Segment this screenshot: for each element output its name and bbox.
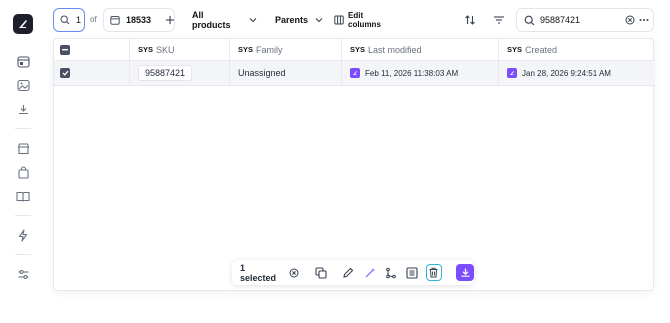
row-checkbox[interactable] (60, 68, 70, 78)
edit-columns-button[interactable]: Edit columns (329, 8, 393, 32)
sku-value: 95887421 (138, 65, 193, 81)
select-all-cell (54, 39, 130, 60)
sidebar-divider (15, 128, 31, 129)
column-label: Created (525, 44, 558, 55)
created-value: Jan 28, 2026 9:24:51 AM (522, 68, 611, 78)
column-label: Last modified (368, 44, 422, 55)
store-icon[interactable] (14, 139, 32, 157)
sliders-icon[interactable] (14, 265, 32, 283)
search-input-value[interactable]: 95887421 (540, 15, 580, 25)
column-header-sku[interactable]: SYS SKU (130, 39, 230, 60)
row-select-cell (54, 61, 130, 85)
selection-action-bar: 1 selected (232, 260, 475, 285)
delete-button[interactable] (425, 264, 442, 281)
last-modified-value: Feb 11, 2026 11:38:03 AM (365, 68, 459, 78)
columns-icon (334, 15, 344, 25)
parents-filter-dropdown[interactable]: Parents (266, 8, 324, 32)
search-icon (524, 15, 535, 26)
search-field[interactable]: 95887421 (516, 8, 654, 32)
selection-count-label: 1 selected (240, 262, 277, 283)
search-count: 1 (76, 15, 82, 25)
select-all-checkbox[interactable] (60, 44, 70, 55)
column-header-family[interactable]: SYS Family (230, 39, 342, 60)
column-label: SKU (156, 44, 175, 55)
search-icon (60, 15, 70, 25)
trash-icon (428, 267, 439, 278)
calendar-icon (110, 15, 120, 25)
app-logo-icon[interactable] (13, 14, 33, 34)
download-icon (460, 267, 471, 278)
toolbar: 1 of 18533 All products Parents Edit col… (53, 8, 654, 32)
app-window: 1 of 18533 All products Parents Edit col… (0, 0, 670, 323)
parents-filter-label: Parents (275, 15, 309, 25)
sidebar-divider (15, 254, 31, 255)
total-count: 18533 (103, 8, 175, 32)
sort-icon[interactable] (464, 14, 476, 26)
sidebar (6, 6, 40, 294)
book-icon[interactable] (14, 187, 32, 205)
edit-icon[interactable] (341, 265, 356, 281)
user-avatar-icon (350, 68, 360, 78)
lightning-icon[interactable] (14, 226, 32, 244)
family-cell[interactable]: Unassigned (230, 61, 342, 85)
products-filter-dropdown[interactable]: All products (183, 8, 258, 32)
last-modified-cell[interactable]: Feb 11, 2026 11:38:03 AM (342, 61, 499, 85)
duplicate-icon[interactable] (314, 265, 329, 281)
sidebar-divider (15, 215, 31, 216)
products-filter-label: All products (192, 10, 231, 30)
bag-icon[interactable] (14, 163, 32, 181)
calendar-icon[interactable] (14, 52, 32, 70)
column-header-created[interactable]: SYS Created (499, 39, 655, 60)
created-cell[interactable]: Jan 28, 2026 9:24:51 AM (499, 61, 655, 85)
column-prefix: SYS (238, 45, 254, 54)
total-count-value: 18533 (126, 15, 152, 25)
clear-search-icon[interactable] (625, 15, 635, 25)
of-label: of (90, 15, 97, 24)
filter-icon[interactable] (493, 14, 505, 26)
add-icon[interactable] (165, 15, 175, 25)
image-icon[interactable] (14, 76, 32, 94)
table-row[interactable]: 95887421 Unassigned Feb 11, 2026 11:38:0… (54, 61, 655, 86)
user-avatar-icon (507, 68, 517, 78)
chevron-down-icon (249, 17, 257, 23)
column-prefix: SYS (350, 45, 366, 54)
family-value: Unassigned (238, 68, 286, 78)
column-header-last-modified[interactable]: SYS Last modified (342, 39, 499, 60)
hierarchy-icon[interactable] (383, 265, 398, 281)
clear-selection-icon[interactable] (286, 265, 301, 281)
search-result-counter[interactable]: 1 (53, 8, 85, 32)
download-icon[interactable] (14, 100, 32, 118)
column-prefix: SYS (138, 45, 154, 54)
table-header: SYS SKU SYS Family SYS Last modified SYS… (54, 39, 655, 61)
list-icon[interactable] (404, 265, 419, 281)
download-button[interactable] (455, 264, 475, 281)
column-label: Family (256, 44, 283, 55)
more-options-icon[interactable] (639, 18, 649, 22)
edit-columns-label: Edit columns (348, 11, 381, 29)
chevron-down-icon (315, 17, 323, 23)
sku-cell[interactable]: 95887421 (130, 61, 230, 85)
magic-wand-icon[interactable] (362, 265, 377, 281)
products-table: SYS SKU SYS Family SYS Last modified SYS… (53, 38, 655, 291)
column-prefix: SYS (507, 45, 523, 54)
